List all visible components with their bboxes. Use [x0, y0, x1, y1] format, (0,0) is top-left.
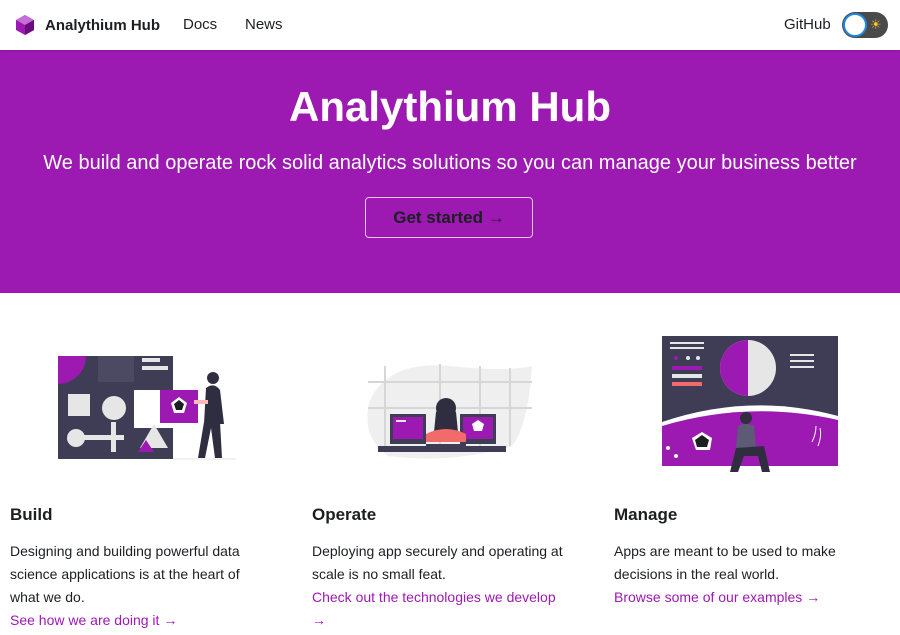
- feature-manage-text: Apps are meant to be used to make decisi…: [614, 540, 874, 609]
- get-started-button[interactable]: Get started →: [365, 197, 533, 238]
- feature-operate-title: Operate: [312, 505, 377, 524]
- feature-manage-link[interactable]: Browse some of our examples →: [614, 589, 820, 605]
- brand-link[interactable]: Analythium Hub: [14, 14, 160, 36]
- feature-operate-link[interactable]: Check out the technologies we develop →: [312, 589, 556, 628]
- sun-icon: ☀: [870, 17, 882, 32]
- feature-build-text: Designing and building powerful data sci…: [10, 540, 270, 632]
- feature-build-description: Designing and building powerful data sci…: [10, 543, 240, 605]
- feature-operate-description: Deploying app securely and operating at …: [312, 543, 563, 582]
- theme-toggle[interactable]: ☀: [842, 12, 888, 38]
- brand-title: Analythium Hub: [45, 16, 160, 34]
- feature-build-link[interactable]: See how we are doing it →: [10, 612, 177, 628]
- nav-link-github[interactable]: GitHub: [784, 16, 831, 33]
- feature-manage-title: Manage: [614, 505, 678, 524]
- nav-link-news[interactable]: News: [245, 16, 283, 33]
- operate-illustration: [367, 364, 532, 459]
- feature-build-title: Build: [10, 505, 53, 524]
- nav-link-docs[interactable]: Docs: [183, 16, 217, 33]
- hero-title: Analythium Hub: [289, 83, 611, 130]
- hero-banner: Analythium Hub We build and operate rock…: [0, 50, 900, 293]
- hexagon-logo-icon: [16, 15, 34, 35]
- build-illustration: [58, 356, 236, 460]
- navbar: Analythium Hub Docs News GitHub ☀: [0, 0, 900, 50]
- hero-subtitle: We build and operate rock solid analytic…: [43, 152, 857, 174]
- feature-manage-description: Apps are meant to be used to make decisi…: [614, 543, 836, 582]
- manage-illustration: [662, 336, 838, 472]
- feature-operate-text: Deploying app securely and operating at …: [312, 540, 572, 632]
- toggle-knob: [843, 13, 867, 37]
